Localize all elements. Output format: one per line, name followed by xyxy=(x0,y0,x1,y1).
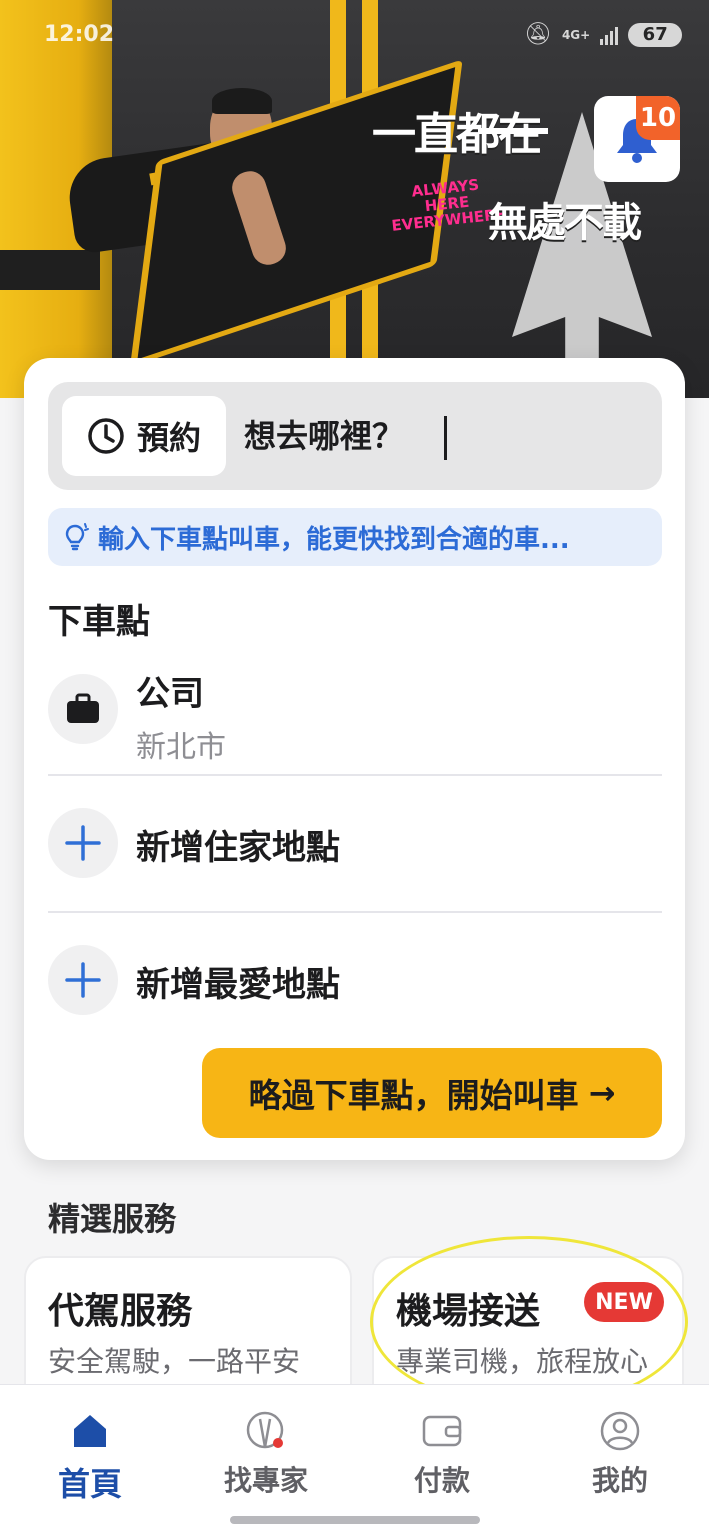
tab-label: 我的 xyxy=(591,1464,648,1497)
service-subtitle: 專業司機，旅程放心 xyxy=(396,1345,649,1378)
wallet-icon xyxy=(382,1409,502,1453)
expert-icon xyxy=(206,1409,326,1453)
tip-banner[interactable]: 輸入下車點叫車，能更快找到合適的車... xyxy=(48,508,662,566)
hero-banner: 一直都在 ALWAYS HERE EVERYWHERE 無處不載 12:02 🔕… xyxy=(0,0,709,398)
mute-icon: 🔕︎ xyxy=(524,22,552,47)
tab-label: 找專家 xyxy=(223,1464,308,1497)
signal-icon xyxy=(600,25,619,45)
plus-icon xyxy=(65,825,101,861)
home-indicator xyxy=(230,1516,480,1524)
plus-icon-circle xyxy=(48,945,118,1015)
service-subtitle: 安全駕駛，一路平安 xyxy=(48,1345,301,1378)
battery-level: 67 xyxy=(628,22,683,47)
briefcase-icon-circle xyxy=(48,674,118,744)
add-favorite-label: 新增最愛地點 xyxy=(136,965,340,1005)
divider xyxy=(48,911,662,913)
reserve-label: 預約 xyxy=(136,419,201,457)
saved-place-address: 新北市 xyxy=(136,730,226,765)
slogan-line2: 無處不載 xyxy=(488,200,642,246)
slogan-arrow-line xyxy=(478,128,548,134)
tab-label: 付款 xyxy=(413,1464,470,1497)
tab-label: 首頁 xyxy=(57,1465,122,1503)
saved-place-name: 公司 xyxy=(136,674,204,714)
dropoff-section-title: 下車點 xyxy=(48,602,150,642)
status-indicators: 🔕︎ 4G+ 67 xyxy=(524,22,683,47)
status-time: 12:02 xyxy=(44,22,115,47)
destination-search: 預約 xyxy=(48,382,662,490)
clock-icon xyxy=(88,418,124,454)
arrow-right-icon: → xyxy=(588,1074,616,1112)
add-favorite-location[interactable]: 新增最愛地點 xyxy=(48,945,662,1017)
cta-label: 略過下車點，開始叫車 xyxy=(248,1076,579,1115)
add-home-location[interactable]: 新增住家地點 xyxy=(48,808,662,880)
reserve-button[interactable]: 預約 xyxy=(62,396,226,476)
taxi-window xyxy=(0,250,100,290)
skip-dropoff-start-ride-button[interactable]: 略過下車點，開始叫車 → xyxy=(202,1048,662,1138)
saved-place-company[interactable]: 公司 新北市 xyxy=(48,670,662,770)
ride-request-card: 預約 輸入下車點叫車，能更快找到合適的車... 下車點 公司 新北市 xyxy=(24,358,685,1160)
tab-profile[interactable]: 我的 xyxy=(560,1409,680,1509)
bottom-tab-bar: 首頁 找專家 付款 我的 xyxy=(0,1384,709,1537)
text-caret xyxy=(444,416,447,460)
lightbulb-icon xyxy=(65,523,89,551)
add-home-label: 新增住家地點 xyxy=(136,828,340,868)
plus-icon-circle xyxy=(48,808,118,878)
tab-home[interactable]: 首頁 xyxy=(30,1409,150,1509)
service-title: 代駕服務 xyxy=(48,1291,193,1332)
driver-hair xyxy=(212,88,272,114)
tab-find-expert[interactable]: 找專家 xyxy=(206,1409,326,1509)
plus-icon xyxy=(65,962,101,998)
new-badge: NEW xyxy=(584,1282,664,1322)
briefcase-icon xyxy=(67,693,99,723)
notification-badge: 10 xyxy=(636,96,680,140)
home-icon xyxy=(30,1409,150,1453)
tip-text: 輸入下車點叫車，能更快找到合適的車... xyxy=(98,524,570,555)
featured-services-title: 精選服務 xyxy=(48,1200,177,1238)
profile-icon xyxy=(560,1409,680,1453)
tab-payment[interactable]: 付款 xyxy=(382,1409,502,1509)
service-title: 機場接送 xyxy=(396,1291,541,1332)
divider xyxy=(48,774,662,776)
network-type: 4G+ xyxy=(561,27,591,42)
